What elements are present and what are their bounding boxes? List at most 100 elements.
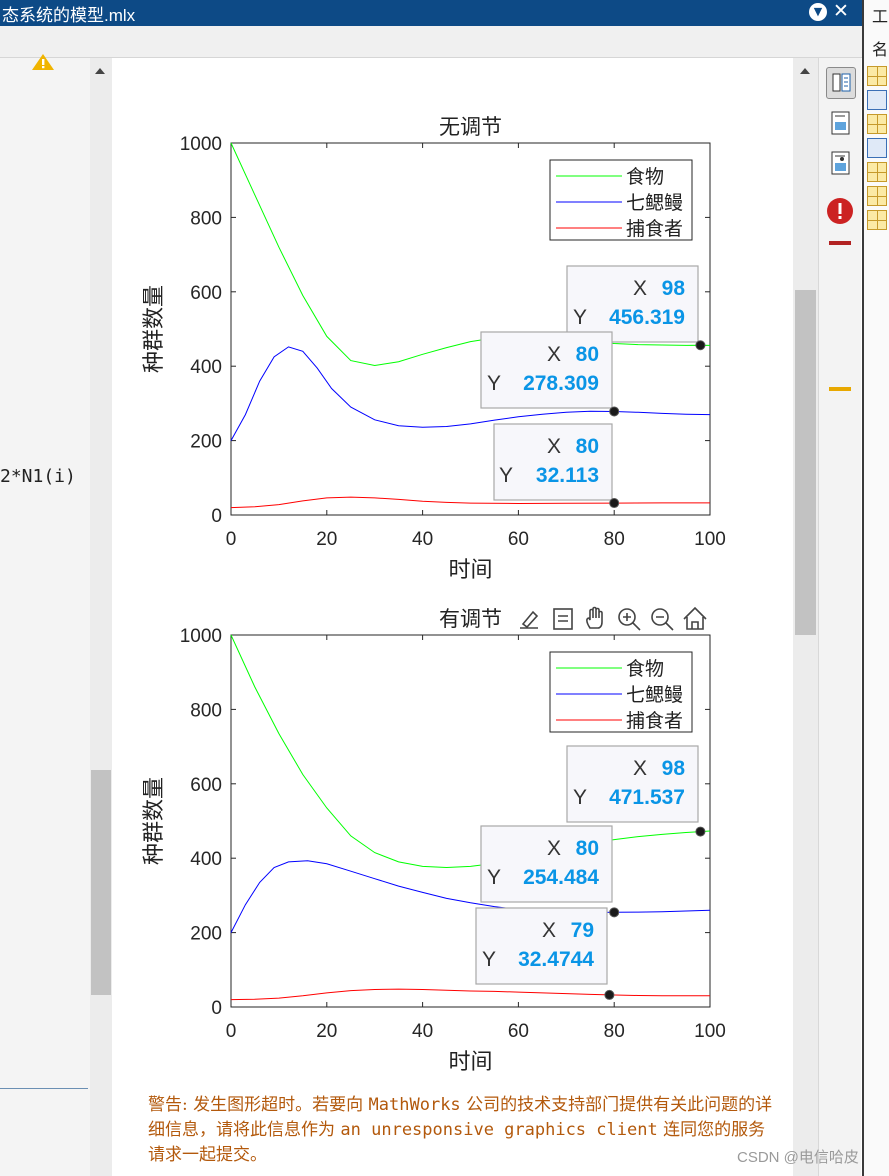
x-tick-label: 20 xyxy=(316,1021,337,1042)
warning-text-part: an unresponsive graphics client xyxy=(340,1120,658,1140)
datatip-marker xyxy=(609,907,620,918)
divider xyxy=(0,1088,88,1089)
datatip-y-label: Y xyxy=(499,464,513,487)
datatip[interactable]: X 80 Y 278.309 xyxy=(480,331,620,417)
y-tick-label: 1000 xyxy=(180,626,222,647)
datatip-x-label: X xyxy=(547,435,561,458)
struct-icon[interactable] xyxy=(867,90,887,110)
matrix-icon[interactable] xyxy=(867,186,887,206)
x-tick-label: 100 xyxy=(694,529,726,550)
export-icon-path xyxy=(520,610,539,629)
y-axis-label: 种群数量 xyxy=(141,777,166,865)
error-marker[interactable] xyxy=(829,241,851,245)
warning-marker[interactable] xyxy=(829,387,851,391)
datatip[interactable]: X 98 Y 471.537 xyxy=(566,745,706,837)
y-tick-label: 1000 xyxy=(180,134,222,155)
y-axis-label: 种群数量 xyxy=(141,285,166,373)
chart-unregulated[interactable]: 无调节0 20 40 60 80 10002004006008001000时间种群数量食物… xyxy=(113,108,793,588)
zoom-out-icon[interactable] xyxy=(651,608,674,631)
warning-icon[interactable] xyxy=(32,54,54,70)
code-pane[interactable] xyxy=(0,58,90,1176)
window-title: 态系统的模型.mlx xyxy=(2,6,136,25)
datatips-icon-lines xyxy=(558,615,568,622)
x-tick-label: 40 xyxy=(412,529,433,550)
code-line[interactable]: 2*N1(i) xyxy=(0,466,76,487)
legend-label: 七鳃鳗 xyxy=(626,192,683,214)
chart-title: 无调节 xyxy=(439,116,502,139)
datatip[interactable]: X 80 Y 32.113 xyxy=(493,423,620,509)
export-icon[interactable] xyxy=(520,610,539,629)
x-tick-label: 80 xyxy=(604,1021,625,1042)
datatip-y-value: 32.4744 xyxy=(518,948,594,971)
watermark: CSDN @电信哈皮 xyxy=(737,1149,859,1166)
y-tick-label: 400 xyxy=(190,849,222,870)
datatip-x-value: 80 xyxy=(576,343,599,366)
datatip-marker xyxy=(695,340,706,351)
output-inline-icon[interactable] xyxy=(828,110,854,136)
y-tick-label: 600 xyxy=(190,283,222,304)
y-tick-label: 200 xyxy=(190,432,222,453)
left-scrollbar[interactable] xyxy=(90,58,112,1176)
chart-regulated[interactable]: 有调节0 20 40 60 80 10002004006008001000时间种群数量食物… xyxy=(113,600,793,1080)
error-icon[interactable] xyxy=(827,198,853,224)
datatip-x-label: X xyxy=(633,277,647,300)
left-scrollbar-thumb[interactable] xyxy=(91,770,111,995)
close-icon[interactable]: ✕ xyxy=(833,0,849,23)
datatip-y-value: 254.484 xyxy=(523,866,599,889)
scroll-up-icon[interactable] xyxy=(800,68,810,74)
legend: 食物七鳃鳗捕食者 xyxy=(549,159,693,241)
datatip-x-value: 98 xyxy=(662,757,686,780)
x-tick-label: 80 xyxy=(604,529,625,550)
legend-label: 食物 xyxy=(626,166,664,188)
x-tick-label: 40 xyxy=(412,1021,433,1042)
legend-label: 食物 xyxy=(626,658,664,680)
datatip-x-label: X xyxy=(547,343,561,366)
toolbar-strip xyxy=(0,26,862,58)
data-tips-icon[interactable] xyxy=(553,608,573,630)
datatip-x-label: X xyxy=(633,757,647,780)
datatip-y-label: Y xyxy=(487,866,501,889)
datatip-x-label: X xyxy=(542,919,556,942)
matrix-icon[interactable] xyxy=(867,210,887,230)
figure-toolbar xyxy=(520,606,707,631)
struct-icon[interactable] xyxy=(867,138,887,158)
legend: 食物七鳃鳗捕食者 xyxy=(549,651,693,733)
zoom-in-path xyxy=(623,613,641,631)
warning-text-part: MathWorks xyxy=(368,1095,461,1115)
y-tick-label: 800 xyxy=(190,208,222,229)
x-tick-label: 0 xyxy=(226,1021,237,1042)
plot-unregulated[interactable]: 无调节 0 20 40 60 80 100 0 200 400 600 800 1000 时间 种群数量 食物… xyxy=(113,108,793,592)
matrix-icon[interactable] xyxy=(867,114,887,134)
y-tick-label: 0 xyxy=(211,998,222,1019)
datatip-marker xyxy=(609,498,620,509)
y-tick-label: 600 xyxy=(190,775,222,796)
pan-icon-path xyxy=(586,606,603,629)
datatip-x-value: 98 xyxy=(662,277,686,300)
legend-label: 捕食者 xyxy=(626,710,683,732)
column-name-header[interactable]: 名 xyxy=(872,36,888,60)
x-tick-label: 0 xyxy=(226,529,237,550)
warning-message: 警告: 发生图形超时。若要向 MathWorks 公司的技术支持部门提供有关此问… xyxy=(148,1093,778,1168)
datatip-x-value: 79 xyxy=(571,919,594,942)
datatip-marker xyxy=(695,826,706,837)
warning-text-part: 警告: 发生图形超时。若要向 xyxy=(148,1095,369,1115)
output-right-icon[interactable] xyxy=(826,67,856,99)
datatip-y-value: 471.537 xyxy=(609,786,685,809)
right-scrollbar-thumb[interactable] xyxy=(795,290,816,635)
zoom-in-icon[interactable] xyxy=(618,608,641,631)
datatip-y-label: Y xyxy=(487,372,501,395)
plot-regulated[interactable]: 有调节 0 20 40 60 80 100 0 200 400 600 800 1000 时间 种群数量 食物… xyxy=(113,600,793,1084)
legend-label: 捕食者 xyxy=(626,218,683,240)
home-icon[interactable] xyxy=(683,606,707,630)
pan-icon[interactable] xyxy=(586,606,603,629)
datatip-y-label: Y xyxy=(573,306,587,329)
chevron-down-icon[interactable]: ▼ xyxy=(809,3,827,21)
y-tick-label: 200 xyxy=(190,924,222,945)
hide-code-icon[interactable] xyxy=(828,150,854,176)
legend-label: 七鳃鳗 xyxy=(626,684,683,706)
matrix-icon[interactable] xyxy=(867,66,887,86)
y-tick-label: 400 xyxy=(190,357,222,378)
matrix-icon[interactable] xyxy=(867,162,887,182)
scroll-up-icon[interactable] xyxy=(95,68,105,74)
datatip-x-label: X xyxy=(547,837,561,860)
